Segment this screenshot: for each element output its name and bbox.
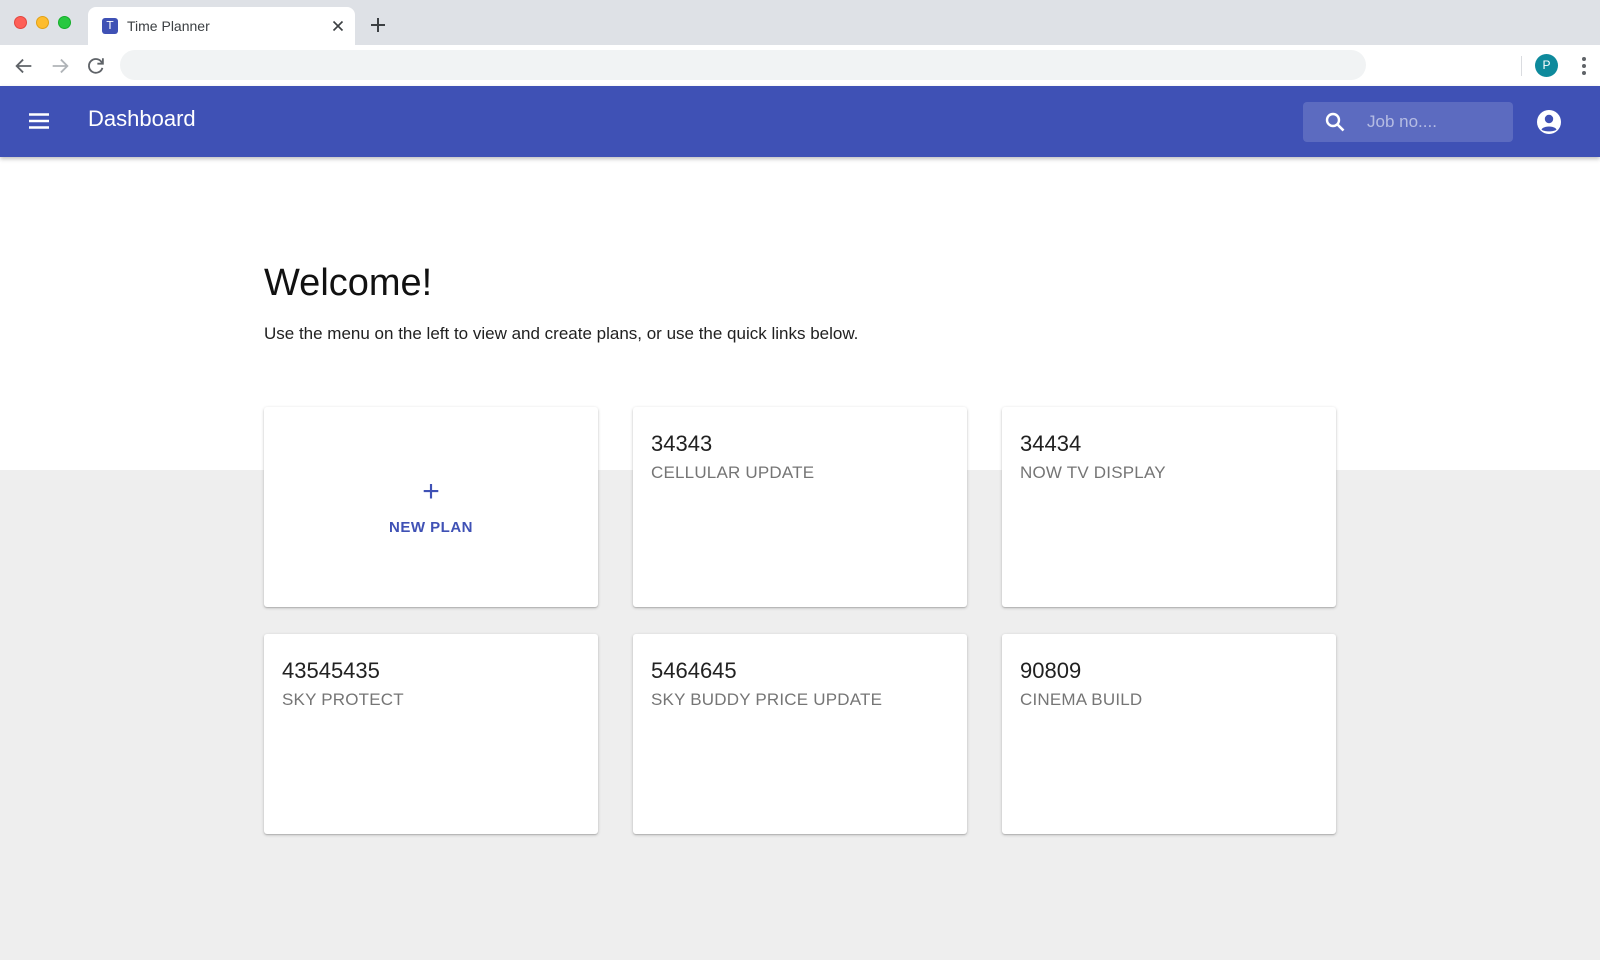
new-plan-label: NEW PLAN xyxy=(389,519,473,536)
welcome-heading: Welcome! xyxy=(264,262,433,304)
job-search[interactable] xyxy=(1303,102,1513,142)
address-bar[interactable] xyxy=(120,50,1366,80)
window-maximize-button[interactable] xyxy=(58,16,71,29)
plan-name: SKY BUDDY PRICE UPDATE xyxy=(651,690,883,709)
account-circle-icon[interactable] xyxy=(1535,108,1563,136)
new-tab-icon[interactable] xyxy=(368,15,388,35)
browser-tab-active[interactable]: T Time Planner xyxy=(88,7,355,45)
tab-title: Time Planner xyxy=(127,18,210,34)
profile-avatar[interactable]: P xyxy=(1535,54,1558,77)
plan-name: SKY PROTECT xyxy=(282,690,404,709)
plan-number: 90809 xyxy=(1020,658,1082,683)
browser-toolbar: P xyxy=(0,45,1600,87)
tab-favicon-icon: T xyxy=(102,18,118,34)
toolbar-divider xyxy=(1521,56,1522,76)
plan-card[interactable]: 5464645 SKY BUDDY PRICE UPDATE xyxy=(633,634,967,834)
plan-name: CELLULAR UPDATE xyxy=(651,463,815,482)
browser-menu-icon[interactable] xyxy=(1574,55,1594,77)
plan-card[interactable]: 34343 CELLULAR UPDATE xyxy=(633,407,967,607)
plan-card[interactable]: 34434 NOW TV DISPLAY xyxy=(1002,407,1336,607)
plan-card[interactable]: 90809 CINEMA BUILD xyxy=(1002,634,1336,834)
app-bar: Dashboard xyxy=(0,86,1600,157)
plus-icon: + xyxy=(422,475,440,508)
plan-number: 34343 xyxy=(651,431,713,456)
plan-number: 43545435 xyxy=(282,658,380,683)
plan-card[interactable]: 43545435 SKY PROTECT xyxy=(264,634,598,834)
search-icon xyxy=(1325,112,1345,132)
tab-close-icon[interactable] xyxy=(328,16,348,36)
browser-tabstrip: T Time Planner xyxy=(0,0,1600,45)
plan-number: 34434 xyxy=(1020,431,1082,456)
welcome-subtitle: Use the menu on the left to view and cre… xyxy=(264,324,859,343)
plan-name: CINEMA BUILD xyxy=(1020,690,1143,709)
plan-name: NOW TV DISPLAY xyxy=(1020,463,1166,482)
back-arrow-icon[interactable] xyxy=(13,55,35,77)
page-title: Dashboard xyxy=(88,106,196,131)
plan-number: 5464645 xyxy=(651,658,737,683)
forward-arrow-icon[interactable] xyxy=(49,55,71,77)
window-minimize-button[interactable] xyxy=(36,16,49,29)
window-close-button[interactable] xyxy=(14,16,27,29)
hamburger-menu-icon[interactable] xyxy=(26,108,52,134)
job-search-input[interactable] xyxy=(1367,108,1507,136)
reload-icon[interactable] xyxy=(85,55,107,77)
new-plan-card[interactable]: + NEW PLAN xyxy=(264,407,598,607)
